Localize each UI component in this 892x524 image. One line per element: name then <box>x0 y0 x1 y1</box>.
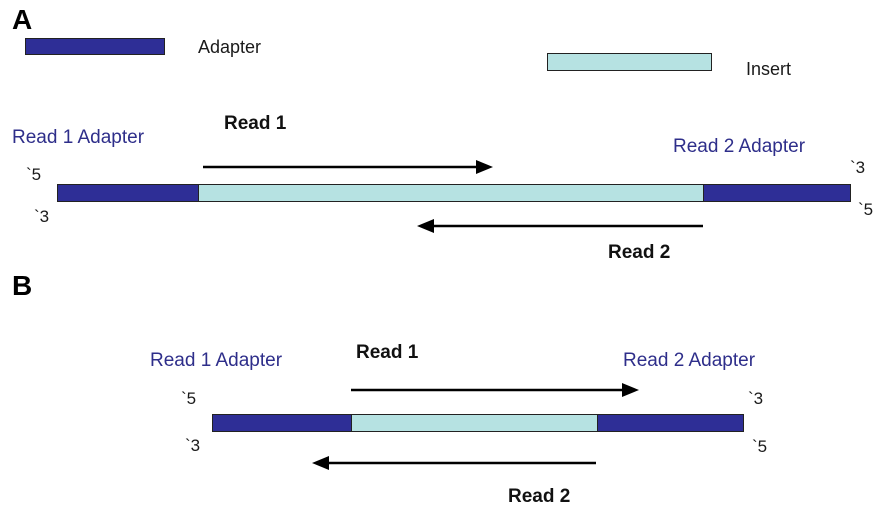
panel-a-read1-arrow <box>203 160 493 174</box>
read-arrows <box>203 160 703 470</box>
panel-a-read2-arrow <box>417 219 703 233</box>
panel-b-read1-arrow <box>351 383 639 397</box>
panel-b-read2-arrow <box>312 456 596 470</box>
